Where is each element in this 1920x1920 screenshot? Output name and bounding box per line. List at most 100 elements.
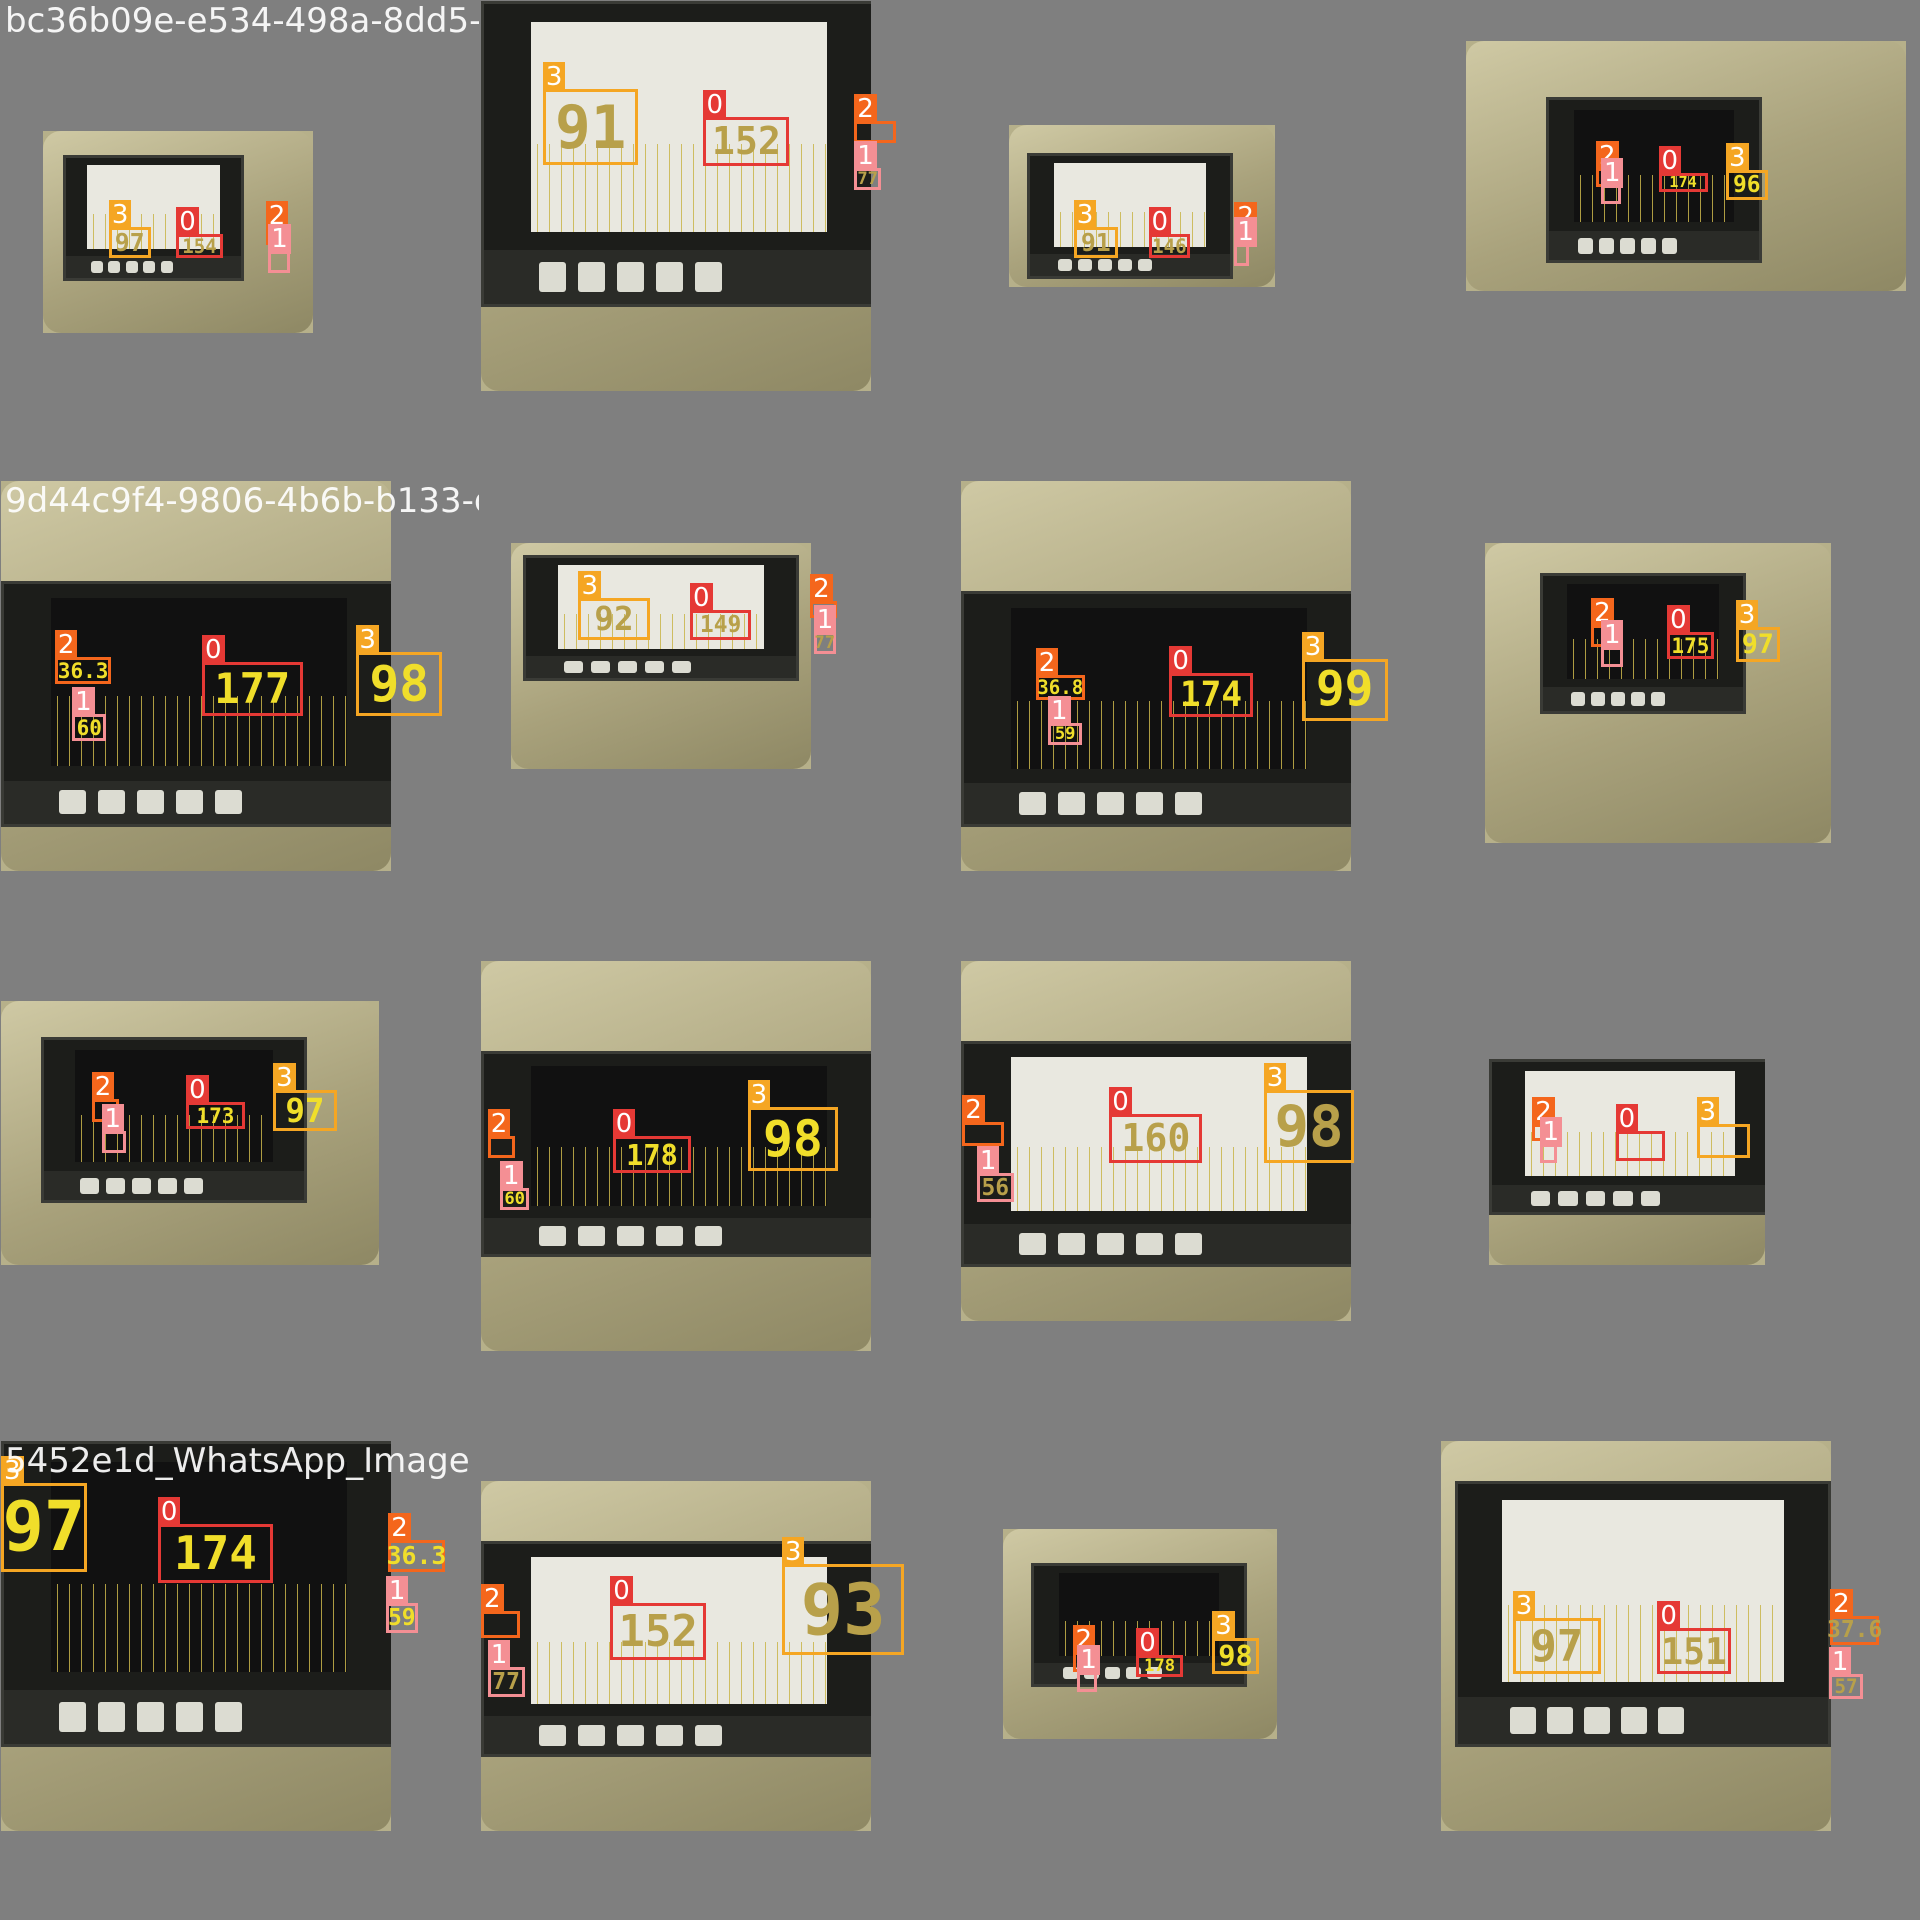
screen-panel [1567,584,1719,679]
monitor-screen [41,1037,307,1203]
monitor-screen [1027,153,1233,279]
class-label: 1 [101,1104,125,1135]
monitor-screen [1455,1481,1831,1747]
class-label: 0 [1667,605,1690,636]
monitor-reading: 36.3 [386,1541,447,1571]
mosaic-tile: 913146021 [961,1,1439,479]
detection-box-class-0: 0 [1615,1104,1665,1161]
taskbar-icon [1096,791,1124,815]
taskbar-icon [1174,1233,1202,1256]
class-label: 1 [813,605,837,636]
class-label: 1 [1048,696,1071,727]
class-label: 3 [1212,1610,1235,1641]
monitor-photo [1489,1059,1765,1265]
class-label: 0 [1136,1627,1159,1658]
monitor-reading: 56 [981,1174,1010,1201]
taskbar-icon [694,1225,722,1247]
class-label: 3 [108,199,132,230]
monitor-reading: 36.8 [1037,676,1084,699]
detection-box-class-1: 1 [268,224,291,274]
mosaic-tile: 5452e1d_WhatsApp_Image 97 3 174 0 36.3 2 59 1 [1,1441,479,1919]
taskbar-icon [1620,1707,1647,1734]
taskbar-icon [1651,692,1665,706]
detection-box-class-2: 36.3 2 [54,629,112,684]
screen-taskbar [1030,254,1230,276]
detection-box-class-3: 99 3 [1301,632,1388,721]
screen-taskbar [964,1224,1351,1264]
screen-taskbar [1549,231,1759,260]
monitor-photo [1,1001,379,1265]
taskbar-icon [1611,692,1625,706]
monitor-reading: 151 [1661,1629,1727,1673]
detection-box-class-3: 98 3 [747,1079,839,1171]
class-label: 1 [976,1146,1000,1177]
class-label: 1 [1539,1116,1563,1147]
detection-box-class-1: 59 1 [385,1576,418,1633]
detection-box-class-3: 98 3 [1263,1062,1355,1164]
monitor-reading: 60 [76,715,102,741]
monitor-reading: 77 [492,1668,520,1695]
class-label: 0 [689,583,713,614]
taskbar-icon [1105,1667,1121,1680]
taskbar-icon [184,1177,203,1194]
detection-box-class-0: 178 0 [1136,1627,1183,1677]
taskbar-icon [694,1724,722,1746]
taskbar-icon [106,1177,125,1194]
taskbar-icon [58,1701,86,1733]
monitor-reading: 152 [618,1606,698,1658]
taskbar-icon [655,1225,683,1247]
tile-filename: 5452e1d_WhatsApp_Image [5,1441,470,1481]
taskbar-icon [577,1724,605,1746]
screen-taskbar [4,780,391,824]
class-label: 1 [487,1640,511,1671]
monitor-photo [961,481,1351,871]
monitor-screen [961,591,1351,827]
detection-box-class-0: 174 0 [1169,645,1253,717]
mosaic-tile: 2 174 0 96 3 1 [1441,1,1919,479]
detection-box-class-3: 96 3 [1725,143,1768,200]
taskbar-icon [616,1225,644,1247]
monitor-reading: 57 [1834,1675,1858,1699]
detection-box-class-3: 97 3 [1512,1591,1601,1675]
screen-taskbar [66,256,241,278]
class-label: 3 [1735,600,1759,631]
detection-box-class-2: 2 [962,1094,1004,1147]
taskbar-icon [590,661,610,674]
monitor-reading: 37.6 [1827,1617,1883,1644]
class-label: 3 [1696,1097,1720,1127]
mosaic-tile: 2 160 0 98 3 56 1 [961,961,1439,1439]
monitor-reading: 177 [214,664,291,714]
taskbar-icon [1613,1190,1633,1207]
taskbar-icon [538,1724,566,1746]
taskbar-icon [1641,1190,1661,1207]
detection-box-class-1: 1 [1077,1645,1100,1692]
monitor-reading: 59 [1054,724,1076,745]
taskbar-icon [671,661,691,674]
taskbar-icon [616,1724,644,1746]
detection-box-class-3: 97 3 [273,1062,337,1132]
class-label: 1 [1600,157,1624,188]
taskbar-icon [108,261,121,274]
class-label: 0 [610,1576,633,1607]
taskbar-icon [143,261,156,274]
monitor-reading: 152 [711,119,781,164]
tile-filename: 9d44c9f4-9806-4b6b-b133-d01643809-c3a4-a… [5,481,479,521]
class-label: 3 [542,62,566,93]
detection-box-class-3: 91 3 [542,62,639,166]
monitor-reading: 99 [1315,662,1374,718]
taskbar-icon [97,790,125,815]
class-label: 1 [1600,620,1624,651]
screen-taskbar [526,656,796,678]
monitor-reading: 97 [285,1091,325,1130]
monitor-reading: 77 [814,633,836,654]
class-label: 0 [202,634,225,665]
detection-box-class-0: 175 0 [1667,605,1714,660]
mosaic-grid: bc36b09e-e534-498a-8dd5-a26eb5713-4523-4… [0,0,1920,1920]
detection-box-class-1: 1 [1234,216,1257,266]
monitor-reading: 59 [387,1605,416,1632]
monitor-photo [481,1,871,391]
screen-taskbar [1492,1185,1765,1212]
taskbar-icon [1135,1233,1163,1256]
detection-box-class-0: 174 0 [157,1496,274,1583]
taskbar-icon [175,790,203,815]
